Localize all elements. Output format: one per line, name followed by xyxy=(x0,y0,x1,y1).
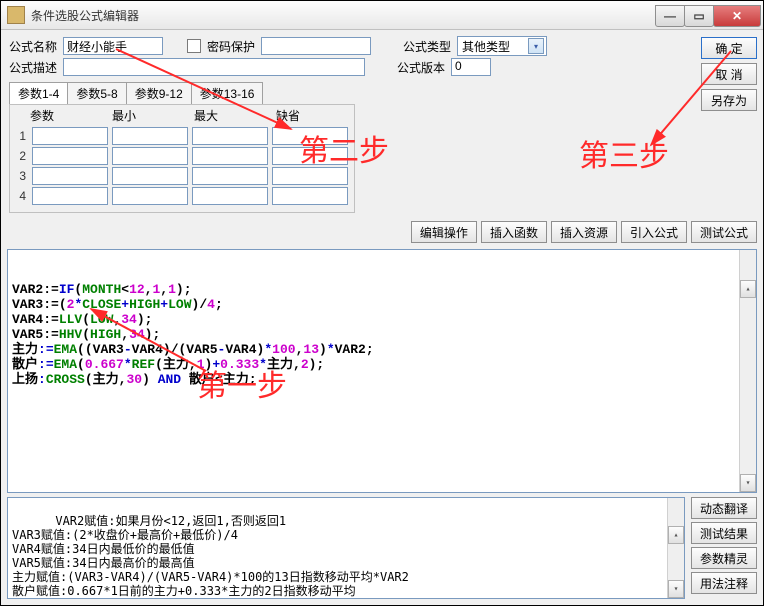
password-protect-checkbox[interactable] xyxy=(187,39,201,53)
param-cell[interactable] xyxy=(112,167,188,185)
formula-code-editor[interactable]: VAR2:=IF(MONTH<12,1,1); VAR3:=(2*CLOSE+H… xyxy=(7,249,757,493)
scroll-up-icon[interactable]: ▴ xyxy=(668,526,684,544)
maximize-button[interactable]: ▭ xyxy=(684,5,714,27)
ok-button[interactable]: 确 定 xyxy=(701,37,757,59)
scroll-down-icon[interactable]: ▾ xyxy=(668,580,684,598)
param-cell[interactable] xyxy=(112,127,188,145)
usage-notes-button[interactable]: 用法注释 xyxy=(691,572,757,594)
param-header-max: 最大 xyxy=(190,105,272,126)
param-wizard-button[interactable]: 参数精灵 xyxy=(691,547,757,569)
app-icon xyxy=(7,6,25,24)
param-cell[interactable] xyxy=(192,167,268,185)
label-formula-type: 公式类型 xyxy=(403,38,451,55)
close-button[interactable]: ✕ xyxy=(713,5,761,27)
test-result-button[interactable]: 测试结果 xyxy=(691,522,757,544)
scroll-down-icon[interactable]: ▾ xyxy=(740,474,756,492)
cancel-button[interactable]: 取 消 xyxy=(701,63,757,85)
label-password-protect: 密码保护 xyxy=(207,38,255,55)
scrollbar[interactable]: ▴ ▾ xyxy=(739,250,756,492)
saveas-button[interactable]: 另存为 xyxy=(701,89,757,111)
translation-output[interactable]: VAR2赋值:如果月份<12,返回1,否则返回1 VAR3赋值:(2*收盘价+最… xyxy=(7,497,685,599)
param-cell[interactable] xyxy=(112,147,188,165)
edit-ops-button[interactable]: 编辑操作 xyxy=(411,221,477,243)
insert-resource-button[interactable]: 插入资源 xyxy=(551,221,617,243)
label-formula-version: 公式版本 xyxy=(397,59,445,76)
chevron-down-icon: ▾ xyxy=(528,38,544,54)
param-cell[interactable] xyxy=(192,147,268,165)
formula-desc-input[interactable] xyxy=(63,58,365,76)
tab-params-5-8[interactable]: 参数5-8 xyxy=(67,82,126,104)
dynamic-translate-button[interactable]: 动态翻译 xyxy=(691,497,757,519)
label-formula-name: 公式名称 xyxy=(9,38,57,55)
param-cell[interactable] xyxy=(272,167,348,185)
label-formula-desc: 公式描述 xyxy=(9,59,57,76)
param-cell[interactable] xyxy=(272,187,348,205)
minimize-button[interactable]: — xyxy=(655,5,685,27)
scrollbar[interactable]: ▴ ▾ xyxy=(667,498,684,598)
param-cell[interactable] xyxy=(272,147,348,165)
param-cell[interactable] xyxy=(272,127,348,145)
param-cell[interactable] xyxy=(192,127,268,145)
window-title: 条件选股公式编辑器 xyxy=(31,7,656,24)
formula-type-select[interactable]: 其他类型▾ xyxy=(457,36,547,56)
param-cell[interactable] xyxy=(32,187,108,205)
param-cell[interactable] xyxy=(192,187,268,205)
param-header-name: 参数 xyxy=(26,105,108,126)
param-header-min: 最小 xyxy=(108,105,190,126)
scroll-up-icon[interactable]: ▴ xyxy=(740,280,756,298)
formula-name-input[interactable]: 财经小能手 xyxy=(63,37,163,55)
param-cell[interactable] xyxy=(112,187,188,205)
tab-params-9-12[interactable]: 参数9-12 xyxy=(126,82,192,104)
import-formula-button[interactable]: 引入公式 xyxy=(621,221,687,243)
param-cell[interactable] xyxy=(32,127,108,145)
annotation-step3: 第三步 xyxy=(579,131,669,175)
test-formula-button[interactable]: 测试公式 xyxy=(691,221,757,243)
tab-params-1-4[interactable]: 参数1-4 xyxy=(9,82,68,104)
formula-version-input[interactable]: 0 xyxy=(451,58,491,76)
param-cell[interactable] xyxy=(32,147,108,165)
param-cell[interactable] xyxy=(32,167,108,185)
insert-function-button[interactable]: 插入函数 xyxy=(481,221,547,243)
param-grid: 参数 最小 最大 缺省 1 2 3 4 xyxy=(9,104,355,213)
param-header-default: 缺省 xyxy=(272,105,354,126)
password-input[interactable] xyxy=(261,37,371,55)
tab-params-13-16[interactable]: 参数13-16 xyxy=(191,82,264,104)
